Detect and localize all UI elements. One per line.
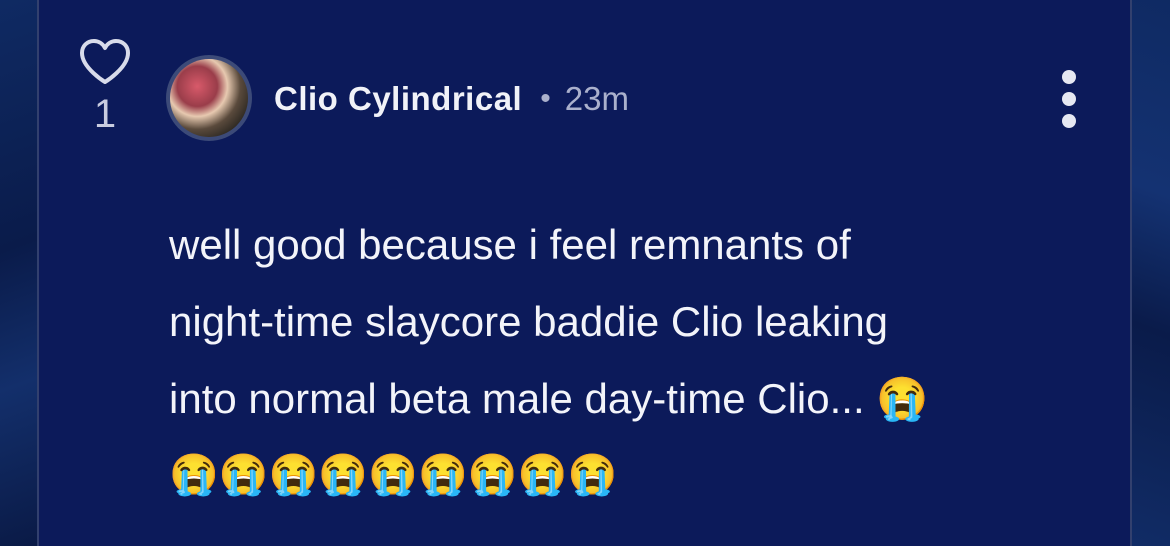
emoji-line: 😭😭😭😭😭😭😭😭😭 xyxy=(169,453,618,497)
comment-header: Clio Cylindrical • 23m xyxy=(274,76,629,122)
avatar[interactable] xyxy=(166,55,252,141)
avatar-image xyxy=(170,59,248,137)
background-edge-left xyxy=(0,0,37,546)
message-line: well good because i feel remnants of xyxy=(169,221,851,268)
heart-icon[interactable] xyxy=(77,38,133,86)
like-control[interactable]: 1 xyxy=(77,38,133,136)
background-edge-right xyxy=(1132,0,1170,546)
author-name[interactable]: Clio Cylindrical xyxy=(274,80,522,118)
separator-dot: • xyxy=(540,82,551,115)
more-vertical-icon[interactable] xyxy=(1049,70,1089,130)
comment-body: well good because i feel remnants of nig… xyxy=(169,206,1069,514)
like-count: 1 xyxy=(93,92,117,136)
comment-card: 1 Clio Cylindrical • 23m well good becau… xyxy=(37,0,1132,546)
timestamp: 23m xyxy=(564,80,629,117)
message-line: night-time slaycore baddie Clio leaking xyxy=(169,298,889,345)
message-line: into normal beta male day-time Clio... 😭 xyxy=(169,375,929,422)
